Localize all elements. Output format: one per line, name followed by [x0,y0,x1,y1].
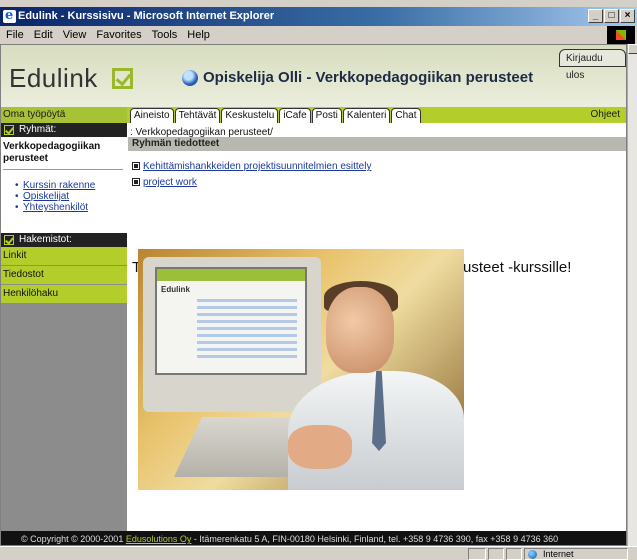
vertical-scrollbar[interactable] [627,44,637,546]
document-icon [132,162,140,170]
menu-favorites[interactable]: Favorites [96,26,141,44]
notice-item[interactable]: project work [132,177,197,188]
sidebar-item-links[interactable]: Linkit [1,247,127,266]
status-cell [488,548,504,560]
workspace-link[interactable]: Oma työpöytä [1,107,127,123]
menu-edit[interactable]: Edit [34,26,53,44]
screen-logo: Edulink [161,285,190,294]
course-links: Kurssin rakenne Opiskelijat Yhteyshenkil… [15,180,95,213]
logout-button[interactable]: Kirjaudu ulos [559,49,626,81]
sidebar: Ryhmät: Verkkopedagogiikan perusteet Kur… [1,123,127,531]
menu-bar: File Edit View Favorites Tools Help [0,26,637,44]
menu-view[interactable]: View [63,26,87,44]
maximize-button[interactable]: □ [604,9,619,23]
course-photo: Edulink [138,249,464,490]
face [326,287,394,373]
footer-copyright: © Copyright © 2000-2001 [21,534,126,544]
tab-row: Oma työpöytä Aineisto Tehtävät Keskustel… [1,107,626,123]
status-zone: Internet [524,548,628,560]
notice-link[interactable]: project work [143,177,197,188]
tab-kalenteri[interactable]: Kalenteri [342,108,391,123]
user-icon [182,70,198,86]
tab-aineisto[interactable]: Aineisto [130,108,174,123]
zone-label: Internet [543,549,574,559]
divider [3,169,123,170]
help-link[interactable]: Ohjeet [591,107,620,123]
status-cell [468,548,486,560]
menu-help[interactable]: Help [187,26,210,44]
checkbox-icon [4,235,14,245]
menu-tools[interactable]: Tools [152,26,178,44]
screen-bar [157,269,305,281]
menu-file[interactable]: File [6,26,24,44]
sidebar-item-files[interactable]: Tiedostot [1,266,127,285]
notice-link[interactable]: Kehittämishankkeiden projektisuunnitelmi… [143,161,371,172]
course-title[interactable]: Verkkopedagogiikan perusteet [3,141,115,165]
ie-icon [3,6,16,25]
hand [288,425,352,469]
page-header: Edulink Opiskelija Olli - Verkkopedagogi… [1,45,626,107]
tab-keskustelu[interactable]: Keskustelu [221,108,279,123]
link-students[interactable]: Opiskelijat [15,191,95,202]
window-title: Edulink - Kurssisivu - Microsoft Interne… [18,10,275,22]
tab-icafe[interactable]: iCafe [279,108,311,123]
link-contacts[interactable]: Yhteyshenkilöt [15,202,95,213]
document-icon [132,178,140,186]
windows-logo-icon [607,26,635,44]
screen-illustration: Edulink [155,267,307,375]
group-notices-header: Ryhmän tiedotteet [128,137,626,151]
screen-content [197,299,297,359]
tab-tehtavat[interactable]: Tehtävät [174,108,221,123]
page-title: Opiskelija Olli - Verkkopedagogiikan per… [203,69,534,86]
globe-icon [528,550,537,559]
page-viewport: Edulink Opiskelija Olli - Verkkopedagogi… [0,44,627,546]
directories-header: Hakemistot: [1,233,127,247]
status-bar: Internet [0,546,637,560]
sidebar-item-person-search[interactable]: Henkilöhaku [1,285,127,304]
tabs: Aineisto Tehtävät Keskustelu iCafe Posti… [130,108,421,123]
edulink-logo[interactable]: Edulink [9,63,98,94]
tab-posti[interactable]: Posti [311,108,342,123]
notice-item[interactable]: Kehittämishankkeiden projektisuunnitelmi… [132,161,371,172]
footer-company-link[interactable]: Edusolutions Oy [126,534,192,544]
footer-address: - Itämerenkatu 5 A, FIN-00180 Helsinki, … [191,534,559,544]
person-illustration [288,279,464,490]
tab-chat[interactable]: Chat [391,108,421,123]
scroll-up-arrow[interactable] [628,44,637,54]
minimize-button[interactable]: _ [588,9,603,23]
checkbox-icon [4,125,14,135]
footer: © Copyright © 2000-2001 Edusolutions Oy … [1,531,626,545]
directories-label: Hakemistot: [19,234,72,245]
link-course-structure[interactable]: Kurssin rakenne [15,180,95,191]
browser-window: Edulink - Kurssisivu - Microsoft Interne… [0,0,637,560]
window-controls: _ □ × [588,9,635,23]
title-bar: Edulink - Kurssisivu - Microsoft Interne… [0,6,637,26]
status-cell [506,548,522,560]
groups-header: Ryhmät: [1,123,127,137]
logo-check-icon [112,68,133,89]
close-button[interactable]: × [620,9,635,23]
groups-label: Ryhmät: [19,124,57,135]
